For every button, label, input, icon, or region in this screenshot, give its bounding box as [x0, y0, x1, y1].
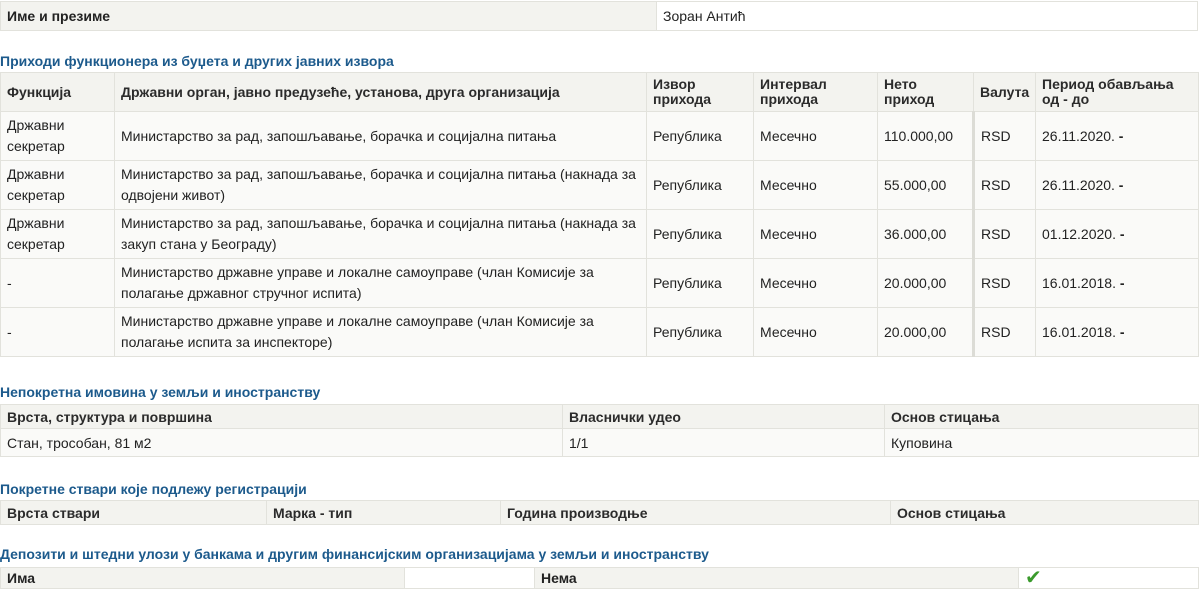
cell-acquisition-basis: Куповина: [884, 428, 1199, 457]
name-row: Име и презиме Зоран Антић: [0, 1, 1198, 31]
table-row: Државни секретар Министарство за рад, за…: [0, 111, 1199, 161]
property-header-row: Врста, структура и површина Власнички уд…: [0, 404, 1199, 429]
cell-function: Државни секретар: [0, 111, 115, 161]
cell-organ: Министарство за рад, запошљавање, борачк…: [114, 209, 647, 259]
deposits-none-value: ✔: [1018, 566, 1199, 589]
property-table: Врста, структура и површина Власнички уд…: [0, 404, 1199, 457]
cell-organ: Министарство државне управе и локалне са…: [114, 307, 647, 357]
col-net: Нето приход: [877, 72, 974, 112]
cell-organ: Министарство за рад, запошљавање, борачк…: [114, 160, 647, 210]
vehicles-header-row: Врста ствари Марка - тип Година производ…: [0, 500, 1199, 525]
col-production-year: Година производње: [500, 500, 891, 525]
cell-net: 55.000,00: [877, 160, 975, 210]
name-table: Име и презиме Зоран Антић: [0, 1, 1198, 31]
cell-period: 16.01.2018. -: [1035, 307, 1199, 357]
cell-net: 110.000,00: [877, 111, 975, 161]
cell-interval: Месечно: [753, 307, 878, 357]
col-property-type: Врста, структура и површина: [0, 404, 563, 429]
cell-interval: Месечно: [753, 209, 878, 259]
col-make-model: Марка - тип: [266, 500, 501, 525]
cell-currency: RSD: [973, 160, 1036, 210]
col-ownership-share: Власнички удео: [562, 404, 885, 429]
cell-period: 01.12.2020. -: [1035, 209, 1199, 259]
income-table: Функција Државни орган, јавно предузеће,…: [0, 72, 1199, 357]
vehicles-section-title: Покретне ствари које подлежу регистрациј…: [0, 481, 307, 497]
deposits-section-title: Депозити и штедни улози у банкама и друг…: [0, 546, 709, 562]
period-start: 01.12.2020.: [1042, 225, 1116, 242]
cell-source: Република: [646, 160, 754, 210]
cell-source: Република: [646, 111, 754, 161]
deposits-has-label: Има: [0, 567, 405, 589]
name-label: Име и презиме: [0, 1, 657, 31]
period-start: 26.11.2020.: [1042, 127, 1115, 144]
property-section-title: Непокретна имовина у земљи и иностранств…: [0, 384, 321, 400]
cell-interval: Месечно: [753, 258, 878, 308]
cell-source: Република: [646, 209, 754, 259]
vehicles-table: Врста ствари Марка - тип Година производ…: [0, 500, 1199, 525]
cell-currency: RSD: [973, 209, 1036, 259]
cell-function: -: [0, 307, 115, 357]
cell-net: 20.000,00: [877, 307, 975, 357]
cell-period: 26.11.2020. -: [1035, 111, 1199, 161]
col-function: Функција: [0, 72, 115, 112]
col-organ: Државни орган, јавно предузеће, установа…: [114, 72, 647, 112]
cell-function: -: [0, 258, 115, 308]
cell-organ: Министарство за рад, запошљавање, борачк…: [114, 111, 647, 161]
table-row: - Министарство државне управе и локалне …: [0, 307, 1199, 357]
col-acquisition-basis: Основ стицања: [884, 404, 1199, 429]
cell-currency: RSD: [973, 258, 1036, 308]
cell-property-type: Стан, трособан, 81 м2: [0, 428, 563, 457]
cell-source: Република: [646, 307, 754, 357]
period-start: 16.01.2018.: [1042, 323, 1116, 340]
table-row: Стан, трособан, 81 м2 1/1 Куповина: [0, 428, 1199, 457]
cell-interval: Месечно: [753, 111, 878, 161]
cell-interval: Месечно: [753, 160, 878, 210]
col-currency: Валута: [973, 72, 1036, 112]
period-start: 26.11.2020.: [1042, 176, 1115, 193]
deposits-has-value: [404, 567, 535, 589]
cell-source: Република: [646, 258, 754, 308]
cell-organ: Министарство државне управе и локалне са…: [114, 258, 647, 308]
deposits-table: Има Нема ✔: [0, 567, 1199, 589]
table-row: - Министарство државне управе и локалне …: [0, 258, 1199, 308]
income-section-title: Приходи функционера из буџета и других ј…: [0, 53, 394, 69]
deposits-row: Има Нема ✔: [0, 566, 1199, 589]
cell-ownership-share: 1/1: [562, 428, 885, 457]
check-icon: ✔: [1025, 566, 1042, 589]
name-value: Зоран Антић: [656, 1, 1198, 31]
deposits-none-label: Нема: [534, 567, 1019, 589]
col-source: Извор прихода: [646, 72, 754, 112]
cell-net: 36.000,00: [877, 209, 975, 259]
cell-function: Државни секретар: [0, 160, 115, 210]
cell-currency: RSD: [973, 111, 1036, 161]
cell-currency: RSD: [973, 307, 1036, 357]
cell-period: 26.11.2020. -: [1035, 160, 1199, 210]
cell-function: Државни секретар: [0, 209, 115, 259]
col-item-type: Врста ствари: [0, 500, 267, 525]
income-header-row: Функција Државни орган, јавно предузеће,…: [0, 72, 1199, 112]
period-start: 16.01.2018.: [1042, 274, 1116, 291]
table-row: Државни секретар Министарство за рад, за…: [0, 209, 1199, 259]
cell-net: 20.000,00: [877, 258, 975, 308]
col-acquisition-basis: Основ стицања: [890, 500, 1199, 525]
col-period: Период обављања од - до: [1035, 72, 1199, 112]
cell-period: 16.01.2018. -: [1035, 258, 1199, 308]
col-interval: Интервал прихода: [753, 72, 878, 112]
table-row: Државни секретар Министарство за рад, за…: [0, 160, 1199, 210]
